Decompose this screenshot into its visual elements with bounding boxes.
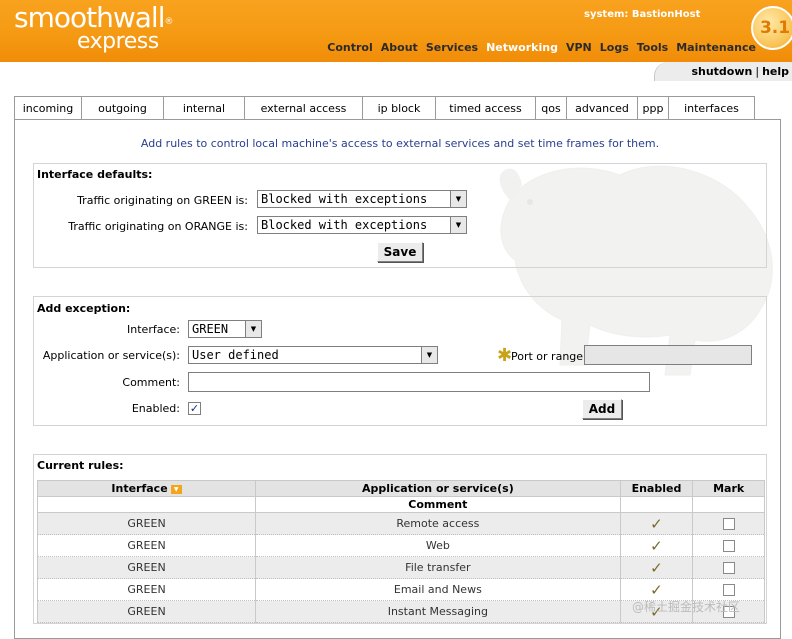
service-select[interactable]: User defined ▼ [188, 346, 438, 364]
interface-value: GREEN [192, 322, 229, 336]
mark-checkbox[interactable] [722, 584, 735, 596]
row-interface: GREEN [36, 534, 257, 557]
comment-input[interactable] [188, 372, 650, 392]
comment-label: Comment: [122, 376, 180, 389]
mark-checkbox[interactable] [722, 562, 735, 574]
help-link[interactable]: help [762, 65, 789, 78]
row-service: Web [255, 534, 621, 557]
nav-logs[interactable]: Logs [600, 41, 629, 54]
interface-label: Interface: [127, 323, 180, 336]
page-intro: Add rules to control local machine's acc… [140, 137, 660, 150]
port-label: Port or range: [511, 350, 587, 363]
registered-mark: ® [164, 17, 173, 27]
chevron-down-icon: ▼ [450, 191, 466, 207]
shutdown-link[interactable]: shutdown [691, 65, 752, 78]
section-title: Current rules: [37, 459, 124, 472]
checkmark-icon: ✓ [189, 402, 200, 415]
green-policy-label: Traffic originating on GREEN is: [77, 194, 248, 207]
header-spacer [692, 496, 765, 513]
version-badge: 3.1 [751, 6, 792, 50]
table-row[interactable]: GREEN Web ✓ [36, 534, 765, 557]
main-nav: Control About Services Networking VPN Lo… [319, 41, 756, 54]
tab-external-access[interactable]: external access [244, 96, 363, 119]
enabled-check-icon: ✓ [650, 558, 663, 577]
table-row[interactable]: GREEN Remote access ✓ [36, 512, 765, 535]
row-interface: GREEN [36, 578, 257, 601]
enabled-check-icon: ✓ [650, 536, 663, 555]
interface-select[interactable]: GREEN ▼ [188, 320, 262, 338]
service-label: Application or service(s): [42, 349, 180, 362]
service-value: User defined [192, 348, 279, 362]
table-subheader-row: Comment [36, 496, 765, 513]
orange-policy-value: Blocked with exceptions [261, 218, 428, 232]
port-input[interactable] [584, 345, 752, 365]
row-service: Remote access [255, 512, 621, 535]
site-watermark: @稀土掘金技术社区 [632, 600, 741, 614]
enabled-label: Enabled: [131, 402, 180, 415]
row-interface: GREEN [36, 600, 257, 623]
nav-about[interactable]: About [381, 41, 418, 54]
interface-defaults-section: Interface defaults: Traffic originating … [33, 163, 767, 268]
sort-down-icon[interactable]: ▼ [170, 484, 182, 494]
save-button[interactable]: Save [377, 242, 423, 262]
header-mark: Mark [692, 480, 765, 497]
row-interface: GREEN [36, 556, 257, 579]
logo-subtitle: express [77, 29, 159, 54]
tab-timed-access[interactable]: timed access [435, 96, 536, 119]
section-tabs: incoming outgoing internal external acce… [14, 96, 755, 120]
app-header: smoothwall® express system: BastionHost … [0, 0, 792, 62]
enabled-check-icon: ✓ [650, 514, 663, 533]
section-title: Interface defaults: [37, 168, 153, 181]
chevron-down-icon: ▼ [245, 321, 261, 337]
nav-control[interactable]: Control [327, 41, 372, 54]
row-service: File transfer [255, 556, 621, 579]
tab-ip-block[interactable]: ip block [362, 96, 436, 119]
tab-advanced[interactable]: advanced [566, 96, 638, 119]
nav-maintenance[interactable]: Maintenance [676, 41, 756, 54]
nav-vpn[interactable]: VPN [566, 41, 592, 54]
table-row[interactable]: GREEN File transfer ✓ [36, 556, 765, 579]
tab-interfaces[interactable]: interfaces [668, 96, 755, 119]
tab-incoming[interactable]: incoming [14, 96, 82, 119]
chevron-down-icon: ▼ [421, 347, 437, 363]
nav-tools[interactable]: Tools [637, 41, 668, 54]
header-comment: Comment [255, 496, 621, 513]
orange-policy-select[interactable]: Blocked with exceptions ▼ [257, 216, 467, 234]
header-enabled[interactable]: Enabled [619, 480, 694, 497]
header-spacer [619, 496, 694, 513]
mark-checkbox[interactable] [722, 540, 735, 552]
enabled-checkbox[interactable]: ✓ [188, 402, 201, 415]
header-interface[interactable]: Interface ▼ [36, 480, 257, 497]
mark-checkbox[interactable] [722, 518, 735, 530]
system-hostname: system: BastionHost [584, 9, 701, 20]
tab-qos[interactable]: qos [535, 96, 567, 119]
row-interface: GREEN [36, 512, 257, 535]
header-service[interactable]: Application or service(s) [255, 480, 621, 497]
header-spacer [36, 496, 257, 513]
tab-ppp[interactable]: ppp [637, 96, 669, 119]
utility-links: shutdown | help [691, 65, 789, 78]
nav-services[interactable]: Services [426, 41, 478, 54]
link-separator: | [755, 65, 760, 78]
chevron-down-icon: ▼ [450, 217, 466, 233]
required-star-icon: ✱ [497, 345, 513, 366]
section-title: Add exception: [37, 302, 131, 315]
tab-internal[interactable]: internal [163, 96, 245, 119]
row-service: Email and News [255, 578, 621, 601]
enabled-check-icon: ✓ [650, 580, 663, 599]
orange-policy-label: Traffic originating on ORANGE is: [68, 220, 248, 233]
tab-outgoing[interactable]: outgoing [81, 96, 164, 120]
green-policy-value: Blocked with exceptions [261, 192, 428, 206]
nav-networking[interactable]: Networking [486, 41, 558, 54]
header-interface-label: Interface [111, 482, 168, 495]
add-button[interactable]: Add [582, 399, 622, 419]
table-header-row: Interface ▼ Application or service(s) Ena… [36, 480, 765, 497]
row-service: Instant Messaging [255, 600, 621, 623]
green-policy-select[interactable]: Blocked with exceptions ▼ [257, 190, 467, 208]
add-exception-section: Add exception: Interface: GREEN ▼ Applic… [33, 296, 767, 426]
